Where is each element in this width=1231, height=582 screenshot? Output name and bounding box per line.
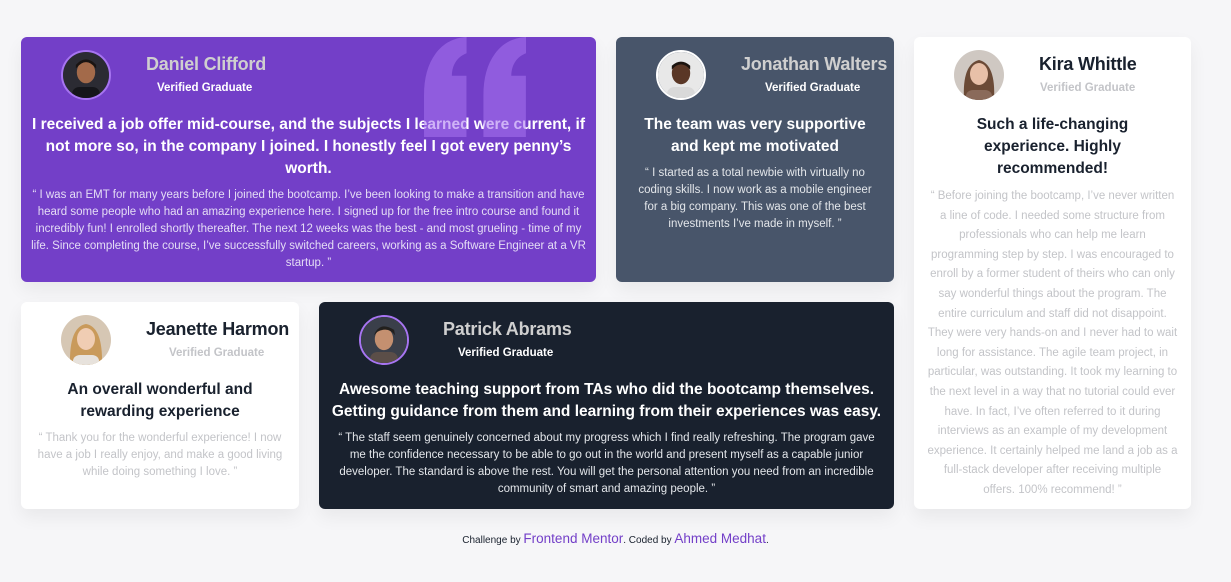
testimonial-role: Verified Graduate <box>157 82 253 94</box>
attribution: Challenge by Frontend Mentor. Coded by A… <box>0 531 1231 546</box>
testimonial-card-daniel-clifford: Daniel Clifford Verified Graduate I rece… <box>21 37 596 282</box>
testimonial-card-jeanette-harmon: Jeanette Harmon Verified Graduate An ove… <box>21 302 299 509</box>
avatar <box>61 315 111 365</box>
frontend-mentor-link[interactable]: Frontend Mentor <box>523 531 623 546</box>
testimonial-name: Daniel Clifford <box>146 54 267 74</box>
testimonial-quote: “ I started as a total newbie with virtu… <box>638 167 872 230</box>
testimonial-quote: “ Before joining the bootcamp, I’ve neve… <box>927 190 1178 496</box>
avatar-kira-icon <box>954 50 1004 100</box>
attribution-suffix: . <box>765 535 769 546</box>
testimonial-role: Verified Graduate <box>765 82 861 94</box>
testimonial-card-patrick-abrams: Patrick Abrams Verified Graduate Awesome… <box>319 302 894 509</box>
testimonial-headline: Such a life-changing experience. Highly … <box>976 116 1129 177</box>
testimonial-card-kira-whittle: Kira Whittle Verified Graduate Such a li… <box>914 37 1191 509</box>
testimonial-name: Patrick Abrams <box>443 319 572 339</box>
avatar-jonathan-icon <box>658 52 704 98</box>
testimonial-name: Kira Whittle <box>1039 54 1137 74</box>
testimonial-headline: Awesome teaching support from TAs who di… <box>331 381 882 420</box>
testimonial-role: Verified Graduate <box>458 347 554 359</box>
attribution-coded-prefix: . Coded by <box>623 535 672 546</box>
testimonial-name: Jeanette Harmon <box>146 319 290 339</box>
testimonial-headline: An overall wonderful and rewarding exper… <box>67 381 253 420</box>
testimonial-role: Verified Graduate <box>169 347 265 359</box>
testimonial-card-jonathan-walters: Jonathan Walters Verified Graduate The t… <box>616 37 894 282</box>
testimonial-quote: “ Thank you for the wonderful experience… <box>37 432 283 478</box>
testimonial-name: Jonathan Walters <box>741 54 888 74</box>
testimonial-quote: “ The staff seem genuinely concerned abo… <box>338 432 875 495</box>
avatar <box>656 50 706 100</box>
card-header: Kira Whittle Verified Graduate <box>914 37 1191 109</box>
avatar <box>954 50 1004 100</box>
card-header: Jeanette Harmon Verified Graduate <box>21 302 299 374</box>
avatar <box>359 315 409 365</box>
card-header: Patrick Abrams Verified Graduate <box>319 302 894 374</box>
avatar-patrick-icon <box>361 317 407 363</box>
card-header: Jonathan Walters Verified Graduate <box>616 37 894 109</box>
avatar <box>61 50 111 100</box>
author-link[interactable]: Ahmed Medhat <box>674 531 766 546</box>
attribution-challenge-prefix: Challenge by <box>462 535 521 546</box>
testimonial-quote: “ I was an EMT for many years before I j… <box>31 189 586 269</box>
testimonial-headline: The team was very supportive and kept me… <box>644 116 866 155</box>
testimonial-role: Verified Graduate <box>1040 82 1136 94</box>
card-header: Daniel Clifford Verified Graduate <box>21 37 596 109</box>
avatar-jeanette-icon <box>61 315 111 365</box>
avatar-daniel-icon <box>63 52 109 98</box>
